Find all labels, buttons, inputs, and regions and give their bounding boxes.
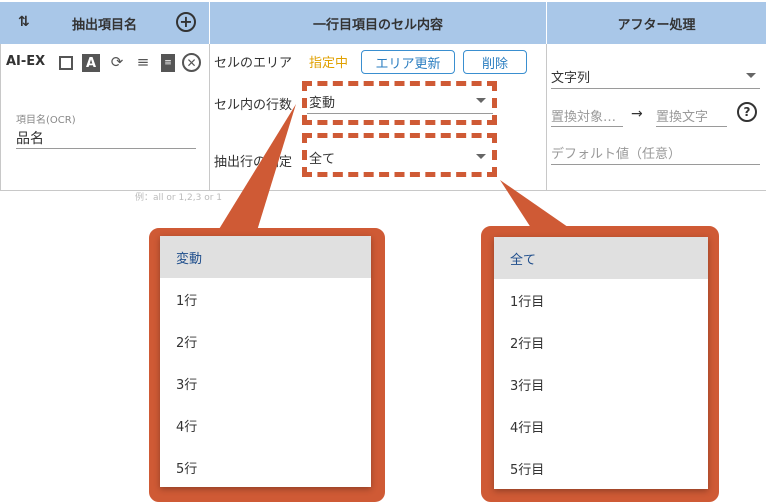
menu-item[interactable]: 3行目 [494,363,708,405]
menu-item[interactable]: 変動 [160,236,371,278]
menu-item[interactable]: 3行 [160,362,371,404]
extract-row-menu: 全て 1行目 2行目 3行目 4行目 5行目 [494,237,708,489]
menu-item[interactable]: 全て [494,237,708,279]
menu-item[interactable]: 5行目 [494,447,708,489]
callout-pointer-left [216,104,296,234]
menu-item[interactable]: 5行 [160,446,371,488]
menu-item[interactable]: 2行 [160,320,371,362]
menu-item[interactable]: 1行目 [494,279,708,321]
menu-item[interactable]: 4行目 [494,405,708,447]
menu-item[interactable]: 4行 [160,404,371,446]
rows-in-cell-menu: 変動 1行 2行 3行 4行 5行 [160,236,371,487]
menu-item[interactable]: 1行 [160,278,371,320]
menu-item[interactable]: 2行目 [494,321,708,363]
